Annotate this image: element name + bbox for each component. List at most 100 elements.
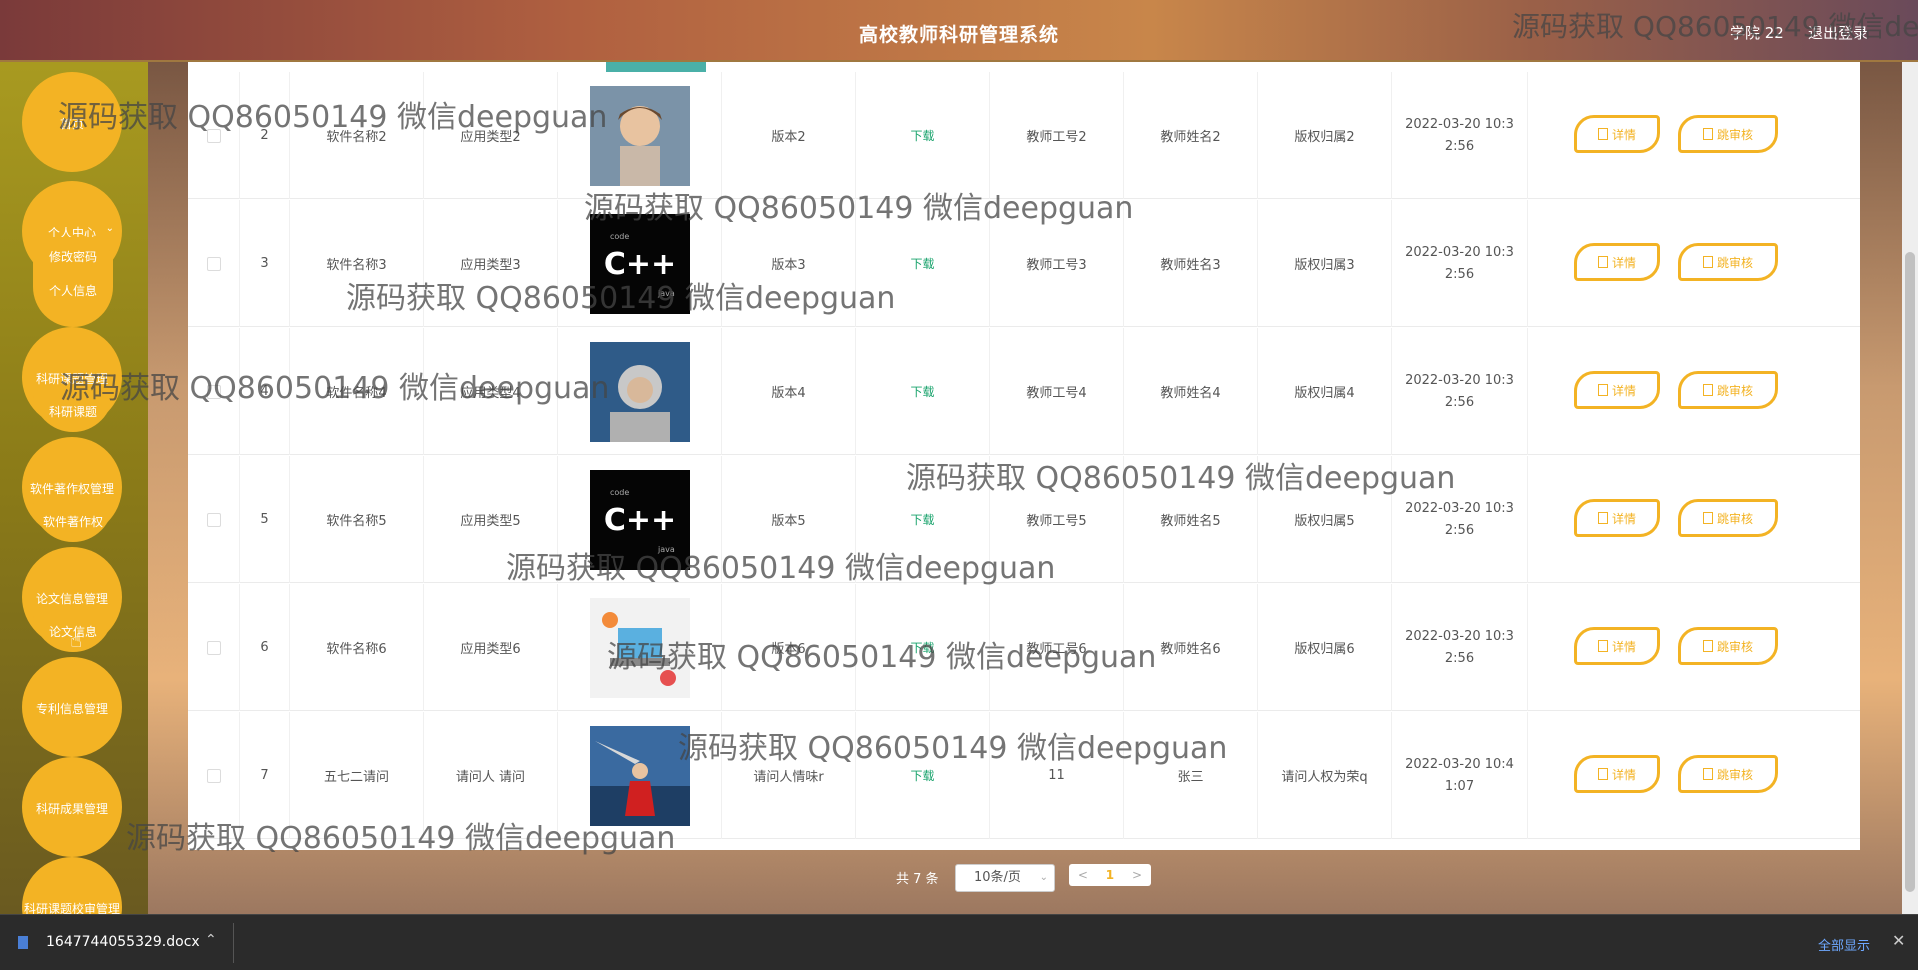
row-checkbox[interactable]	[206, 384, 221, 399]
pagination: 共 7 条 10条/页 ⌄ < 1 >	[0, 864, 1918, 894]
review-button[interactable]: 跳审核	[1678, 115, 1778, 153]
download-link[interactable]: 下载	[910, 383, 934, 400]
detail-button[interactable]: 详情	[1574, 115, 1660, 153]
table-row: 3 软件名称3 应用类型3 C++ code java 版本3 下载 教师工号3 教…	[188, 200, 1860, 327]
row-checkbox[interactable]	[206, 256, 221, 271]
detail-button[interactable]: 详情	[1574, 499, 1660, 537]
teacher-name: 教师姓名4	[1124, 328, 1258, 455]
document-icon	[1597, 128, 1608, 140]
review-button[interactable]: 跳审核	[1678, 243, 1778, 281]
data-table: 2 软件名称2 应用类型2 版本2 下载 教师工号2 教师姓名2 版权归属2 2…	[188, 62, 1860, 850]
review-button[interactable]: 跳审核	[1678, 371, 1778, 409]
app-type: 应用类型3	[424, 200, 558, 327]
page-scrollbar[interactable]	[1902, 62, 1918, 914]
row-actions: 详情 跳审核	[1528, 456, 1860, 583]
software-name: 软件名称4	[290, 328, 424, 455]
download-link[interactable]: 下载	[910, 511, 934, 528]
logout-link[interactable]: 退出登录	[1808, 22, 1868, 43]
word-file-icon	[18, 936, 28, 949]
total-count: 共 7 条	[896, 872, 939, 887]
document-icon	[1702, 384, 1713, 396]
created-time-line2: 2:56	[1444, 394, 1475, 410]
table-row: 4 软件名称4 应用类型4 版本4 下载 教师工号4 教师姓名4 版权归属4 2…	[188, 328, 1860, 455]
scrollbar-thumb[interactable]	[1905, 252, 1915, 892]
created-time-line1: 2022-03-20 10:3	[1405, 116, 1514, 132]
page-size-select[interactable]: 10条/页 ⌄	[955, 864, 1055, 892]
download-link[interactable]: 下载	[910, 767, 934, 784]
download-bar: 1647744055329.docx ⌃ 全部显示 ✕	[0, 914, 1918, 970]
row-checkbox[interactable]	[206, 512, 221, 527]
page-navigator: < 1 >	[1069, 864, 1151, 886]
teacher-number: 教师工号4	[990, 328, 1124, 455]
software-image	[558, 584, 722, 711]
teacher-number: 教师工号3	[990, 200, 1124, 327]
mouse-pointer-icon: ☝	[70, 628, 83, 652]
row-actions: 详情 跳审核	[1528, 72, 1860, 199]
close-icon[interactable]: ✕	[1892, 931, 1905, 950]
created-time-line2: 2:56	[1444, 650, 1475, 666]
copyright-owner: 版权归属5	[1258, 456, 1392, 583]
current-page[interactable]: 1	[1106, 868, 1114, 882]
row-index: 5	[240, 456, 290, 583]
row-checkbox[interactable]	[206, 128, 221, 143]
software-image	[558, 72, 722, 199]
detail-button[interactable]: 详情	[1574, 243, 1660, 281]
row-actions: 详情 跳审核	[1528, 712, 1860, 839]
review-button[interactable]: 跳审核	[1678, 755, 1778, 793]
teacher-number: 教师工号5	[990, 456, 1124, 583]
menu-change-password[interactable]: 修改密码	[33, 237, 113, 277]
download-link[interactable]: 下载	[910, 639, 934, 656]
software-name: 软件名称5	[290, 456, 424, 583]
show-all-downloads[interactable]: 全部显示	[1818, 935, 1870, 954]
software-image	[558, 712, 722, 839]
version: 版本5	[722, 456, 856, 583]
document-icon	[1702, 128, 1713, 140]
chevron-up-icon[interactable]: ⌃	[205, 932, 217, 948]
document-icon	[1702, 512, 1713, 524]
software-name: 软件名称6	[290, 584, 424, 711]
menu-home[interactable]: 首页	[22, 72, 122, 172]
download-filename[interactable]: 1647744055329.docx	[46, 934, 200, 950]
teacher-name: 教师姓名3	[1124, 200, 1258, 327]
chevron-down-icon: ⌄	[1039, 872, 1048, 883]
document-icon	[1597, 640, 1608, 652]
top-header: 高校教师科研管理系统 学院 22 退出登录	[0, 0, 1918, 62]
created-time-line1: 2022-03-20 10:3	[1405, 628, 1514, 644]
row-checkbox[interactable]	[206, 768, 221, 783]
svg-text:C++: C++	[603, 503, 675, 538]
created-time-line1: 2022-03-20 10:3	[1405, 372, 1514, 388]
review-button[interactable]: 跳审核	[1678, 499, 1778, 537]
detail-button[interactable]: 详情	[1574, 371, 1660, 409]
menu-research-topic[interactable]: 科研课题	[33, 392, 113, 432]
row-index: 2	[240, 72, 290, 199]
created-time-line2: 2:56	[1444, 138, 1475, 154]
detail-button[interactable]: 详情	[1574, 755, 1660, 793]
teacher-name: 张三	[1124, 712, 1258, 839]
menu-software-copyright[interactable]: 软件著作权	[33, 502, 113, 542]
created-time-line1: 2022-03-20 10:3	[1405, 500, 1514, 516]
app-title: 高校教师科研管理系统	[858, 24, 1059, 46]
review-button[interactable]: 跳审核	[1678, 627, 1778, 665]
created-time-line2: 1:07	[1444, 778, 1475, 794]
document-icon	[1597, 384, 1608, 396]
teacher-number: 教师工号2	[990, 72, 1124, 199]
version: 请问人情味r	[722, 712, 856, 839]
next-page-icon[interactable]: >	[1132, 868, 1142, 882]
row-checkbox[interactable]	[206, 640, 221, 655]
app-type: 应用类型5	[424, 456, 558, 583]
created-time: 2022-03-20 10:3 2:56	[1392, 328, 1528, 455]
menu-personal-info[interactable]: 个人信息	[33, 277, 113, 317]
created-time: 2022-03-20 10:3 2:56	[1392, 456, 1528, 583]
menu-patent-mgmt[interactable]: 专利信息管理	[22, 657, 122, 757]
menu-achievement-mgmt[interactable]: 科研成果管理	[22, 757, 122, 857]
prev-page-icon[interactable]: <	[1078, 868, 1088, 882]
detail-button[interactable]: 详情	[1574, 627, 1660, 665]
copyright-owner: 请问人权为荣q	[1258, 712, 1392, 839]
teacher-number: 教师工号6	[990, 584, 1124, 711]
download-link[interactable]: 下载	[910, 127, 934, 144]
created-time: 2022-03-20 10:3 2:56	[1392, 72, 1528, 199]
download-link[interactable]: 下载	[910, 255, 934, 272]
document-icon	[1702, 640, 1713, 652]
app-type: 请问人 请问	[424, 712, 558, 839]
version: 版本6	[722, 584, 856, 711]
